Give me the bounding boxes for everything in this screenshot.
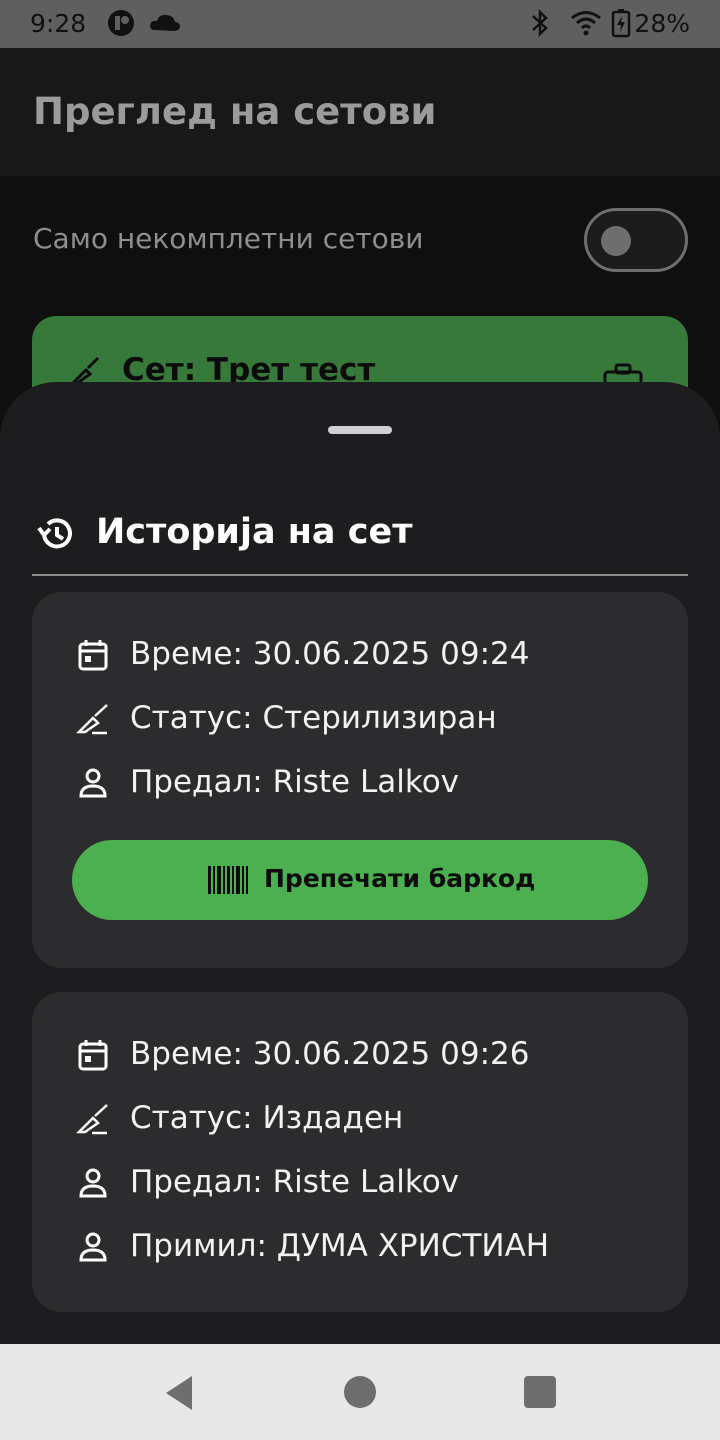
scalpel-icon xyxy=(76,704,108,735)
scalpel-icon xyxy=(76,1104,108,1135)
entry-time: Време: 30.06.2025 09:26 xyxy=(130,1036,530,1072)
reprint-barcode-label: Препечати баркод xyxy=(264,864,536,893)
barcode-icon xyxy=(208,866,248,894)
calendar-icon xyxy=(78,640,108,671)
reprint-barcode-button[interactable]: Препечати баркод xyxy=(72,840,648,920)
handed-by-row: Предал: Riste Lalkov xyxy=(76,1164,676,1204)
status-time: 9:28 xyxy=(30,9,87,38)
history-title: Историја на сет xyxy=(96,512,413,552)
incomplete-sets-toggle[interactable] xyxy=(584,208,688,272)
history-entry: Време: 30.06.2025 09:24 Статус: Стерилиз… xyxy=(32,592,688,968)
battery-percentage: 28% xyxy=(634,9,690,38)
person-icon xyxy=(79,768,107,798)
person-icon xyxy=(79,1232,107,1262)
history-icon xyxy=(37,518,72,549)
entry-received-by: Примил: ДУМА ХРИСТИАН xyxy=(130,1228,550,1264)
entry-handed-by: Предал: Riste Lalkov xyxy=(130,764,460,800)
divider xyxy=(32,574,688,576)
toggle-knob xyxy=(601,226,631,256)
person-icon xyxy=(79,1168,107,1198)
navigation-bar xyxy=(0,1344,720,1440)
received-by-row: Примил: ДУМА ХРИСТИАН xyxy=(76,1228,676,1268)
status-row: Статус: Издаден xyxy=(76,1100,676,1140)
page-title: Преглед на сетови xyxy=(33,90,437,133)
time-row: Време: 30.06.2025 09:24 xyxy=(76,636,676,676)
entry-time: Време: 30.06.2025 09:24 xyxy=(130,636,530,672)
incomplete-sets-filter-label: Само некомплетни сетови xyxy=(33,222,424,255)
status-row: Статус: Стерилизиран xyxy=(76,700,676,740)
calendar-icon xyxy=(78,1040,108,1071)
app-bar: Преглед на сетови xyxy=(0,48,720,176)
app-icon xyxy=(108,10,134,36)
handed-by-row: Предал: Riste Lalkov xyxy=(76,764,676,804)
recents-icon[interactable] xyxy=(524,1376,556,1408)
history-bottom-sheet: Историја на сет Време: 30.06.2025 09:24 … xyxy=(0,382,720,1344)
back-icon[interactable] xyxy=(162,1374,196,1412)
cloud-icon xyxy=(150,14,180,31)
entry-handed-by: Предал: Riste Lalkov xyxy=(130,1164,460,1200)
entry-status: Статус: Стерилизиран xyxy=(130,700,497,736)
entry-status: Статус: Издаден xyxy=(130,1100,404,1136)
bluetooth-icon xyxy=(532,8,548,38)
drag-handle[interactable] xyxy=(328,426,392,434)
battery-charging-icon xyxy=(611,9,631,38)
home-icon[interactable] xyxy=(344,1376,376,1408)
wifi-icon xyxy=(571,11,601,36)
time-row: Време: 30.06.2025 09:26 xyxy=(76,1036,676,1076)
status-bar: 9:28 28% xyxy=(0,0,720,48)
history-entry: Време: 30.06.2025 09:26 Статус: Издаден … xyxy=(32,992,688,1312)
